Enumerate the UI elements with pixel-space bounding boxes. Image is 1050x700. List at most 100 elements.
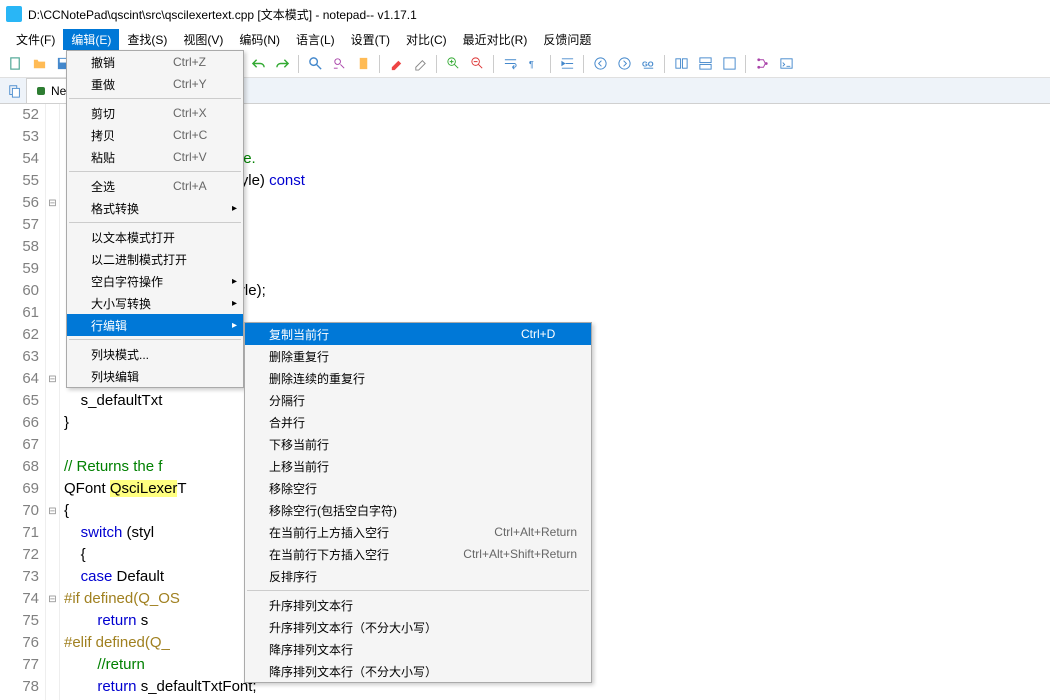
unsplit-icon[interactable]	[718, 53, 740, 75]
fold-marker[interactable]: ⊟	[46, 192, 59, 214]
menu-edit[interactable]: 编辑(E)	[63, 29, 119, 50]
menu-item-label: 列块模式...	[91, 346, 229, 363]
line-submenu-item-2[interactable]: 删除连续的重复行	[245, 367, 591, 389]
fold-marker[interactable]	[46, 412, 59, 434]
bookmark-icon[interactable]	[352, 53, 374, 75]
line-submenu-item-13[interactable]: 升序排列文本行	[245, 594, 591, 616]
undo-icon[interactable]	[247, 53, 269, 75]
edit-menu-item-12[interactable]: 空白字符操作	[67, 270, 243, 292]
split-h-icon[interactable]	[670, 53, 692, 75]
fold-marker[interactable]	[46, 148, 59, 170]
line-number: 73	[0, 566, 39, 588]
menu-view[interactable]: 视图(V)	[175, 29, 231, 50]
fold-marker[interactable]	[46, 236, 59, 258]
menu-feedback[interactable]: 反馈问题	[535, 29, 599, 50]
line-submenu-item-14[interactable]: 升序排列文本行（不分大小写）	[245, 616, 591, 638]
fold-marker[interactable]	[46, 346, 59, 368]
fold-marker[interactable]	[46, 126, 59, 148]
line-number: 69	[0, 478, 39, 500]
files-icon[interactable]	[4, 78, 26, 103]
edit-menu-item-14[interactable]: 行编辑	[67, 314, 243, 336]
fold-marker[interactable]	[46, 390, 59, 412]
edit-menu-item-3[interactable]: 剪切Ctrl+X	[67, 102, 243, 124]
fold-marker[interactable]	[46, 104, 59, 126]
fold-column[interactable]: ⊟ ⊟ ⊟ ⊟	[46, 104, 60, 700]
menu-item-label: 删除重复行	[269, 348, 577, 365]
nav-back-icon[interactable]	[589, 53, 611, 75]
wrap-icon[interactable]	[499, 53, 521, 75]
tree-icon[interactable]	[751, 53, 773, 75]
edit-menu-item-1[interactable]: 重做Ctrl+Y	[67, 73, 243, 95]
edit-menu-item-16[interactable]: 列块模式...	[67, 343, 243, 365]
fold-marker[interactable]	[46, 632, 59, 654]
menu-language[interactable]: 语言(L)	[288, 29, 343, 50]
fold-marker[interactable]	[46, 324, 59, 346]
find-icon[interactable]	[304, 53, 326, 75]
line-edit-submenu[interactable]: 复制当前行Ctrl+D 删除重复行删除连续的重复行分隔行合并行下移当前行上移当前行…	[244, 322, 592, 683]
zoom-in-icon[interactable]	[442, 53, 464, 75]
fold-marker[interactable]	[46, 258, 59, 280]
fold-marker[interactable]	[46, 676, 59, 698]
line-submenu-item-9[interactable]: 在当前行上方插入空行Ctrl+Alt+Return	[245, 521, 591, 543]
redo-icon[interactable]	[271, 53, 293, 75]
indent-icon[interactable]	[556, 53, 578, 75]
edit-menu-item-13[interactable]: 大小写转换	[67, 292, 243, 314]
open-folder-icon[interactable]	[28, 53, 50, 75]
fold-marker[interactable]	[46, 522, 59, 544]
line-number: 63	[0, 346, 39, 368]
fold-marker[interactable]	[46, 280, 59, 302]
line-submenu-item-6[interactable]: 上移当前行	[245, 455, 591, 477]
edit-menu[interactable]: 撤销Ctrl+Z重做Ctrl+Y 剪切Ctrl+X拷贝Ctrl+C粘贴Ctrl+V…	[66, 50, 244, 388]
new-file-icon[interactable]	[4, 53, 26, 75]
menu-settings[interactable]: 设置(T)	[343, 29, 398, 50]
line-submenu-item-1[interactable]: 删除重复行	[245, 345, 591, 367]
menu-file[interactable]: 文件(F)	[8, 29, 63, 50]
menu-search[interactable]: 查找(S)	[119, 29, 175, 50]
menu-recent[interactable]: 最近对比(R)	[455, 29, 536, 50]
highlight-icon[interactable]	[385, 53, 407, 75]
edit-menu-item-0[interactable]: 撤销Ctrl+Z	[67, 51, 243, 73]
fold-marker[interactable]	[46, 566, 59, 588]
line-submenu-item-5[interactable]: 下移当前行	[245, 433, 591, 455]
line-submenu-item-3[interactable]: 分隔行	[245, 389, 591, 411]
zoom-out-icon[interactable]	[466, 53, 488, 75]
fold-marker[interactable]	[46, 478, 59, 500]
edit-menu-item-4[interactable]: 拷贝Ctrl+C	[67, 124, 243, 146]
fold-marker[interactable]: ⊟	[46, 588, 59, 610]
fold-marker[interactable]	[46, 170, 59, 192]
clear-highlight-icon[interactable]	[409, 53, 431, 75]
fold-marker[interactable]	[46, 456, 59, 478]
line-submenu-item-10[interactable]: 在当前行下方插入空行Ctrl+Alt+Shift+Return	[245, 543, 591, 565]
edit-menu-item-5[interactable]: 粘贴Ctrl+V	[67, 146, 243, 168]
edit-menu-item-17[interactable]: 列块编辑	[67, 365, 243, 387]
replace-icon[interactable]	[328, 53, 350, 75]
line-submenu-item-0[interactable]: 复制当前行Ctrl+D	[245, 323, 591, 345]
menu-item-label: 撤销	[91, 54, 149, 71]
fold-marker[interactable]: ⊟	[46, 500, 59, 522]
menu-item-shortcut: Ctrl+V	[173, 150, 229, 164]
line-submenu-item-8[interactable]: 移除空行(包括空白字符)	[245, 499, 591, 521]
terminal-icon[interactable]	[775, 53, 797, 75]
split-v-icon[interactable]	[694, 53, 716, 75]
edit-menu-item-7[interactable]: 全选Ctrl+A	[67, 175, 243, 197]
fold-marker[interactable]: ⊟	[46, 368, 59, 390]
fold-marker[interactable]	[46, 214, 59, 236]
line-submenu-item-7[interactable]: 移除空行	[245, 477, 591, 499]
edit-menu-item-8[interactable]: 格式转换	[67, 197, 243, 219]
fold-marker[interactable]	[46, 302, 59, 324]
nav-forward-icon[interactable]	[613, 53, 635, 75]
edit-menu-item-10[interactable]: 以文本模式打开	[67, 226, 243, 248]
menu-compare[interactable]: 对比(C)	[398, 29, 455, 50]
edit-menu-item-11[interactable]: 以二进制模式打开	[67, 248, 243, 270]
line-submenu-item-16[interactable]: 降序排列文本行（不分大小写）	[245, 660, 591, 682]
fold-marker[interactable]	[46, 610, 59, 632]
menu-encoding[interactable]: 编码(N)	[231, 29, 288, 50]
line-submenu-item-15[interactable]: 降序排列文本行	[245, 638, 591, 660]
fold-marker[interactable]	[46, 434, 59, 456]
fold-marker[interactable]	[46, 544, 59, 566]
line-submenu-item-4[interactable]: 合并行	[245, 411, 591, 433]
fold-marker[interactable]	[46, 654, 59, 676]
goto-icon[interactable]: GO	[637, 53, 659, 75]
whitespace-icon[interactable]: ¶	[523, 53, 545, 75]
line-submenu-item-11[interactable]: 反排序行	[245, 565, 591, 587]
